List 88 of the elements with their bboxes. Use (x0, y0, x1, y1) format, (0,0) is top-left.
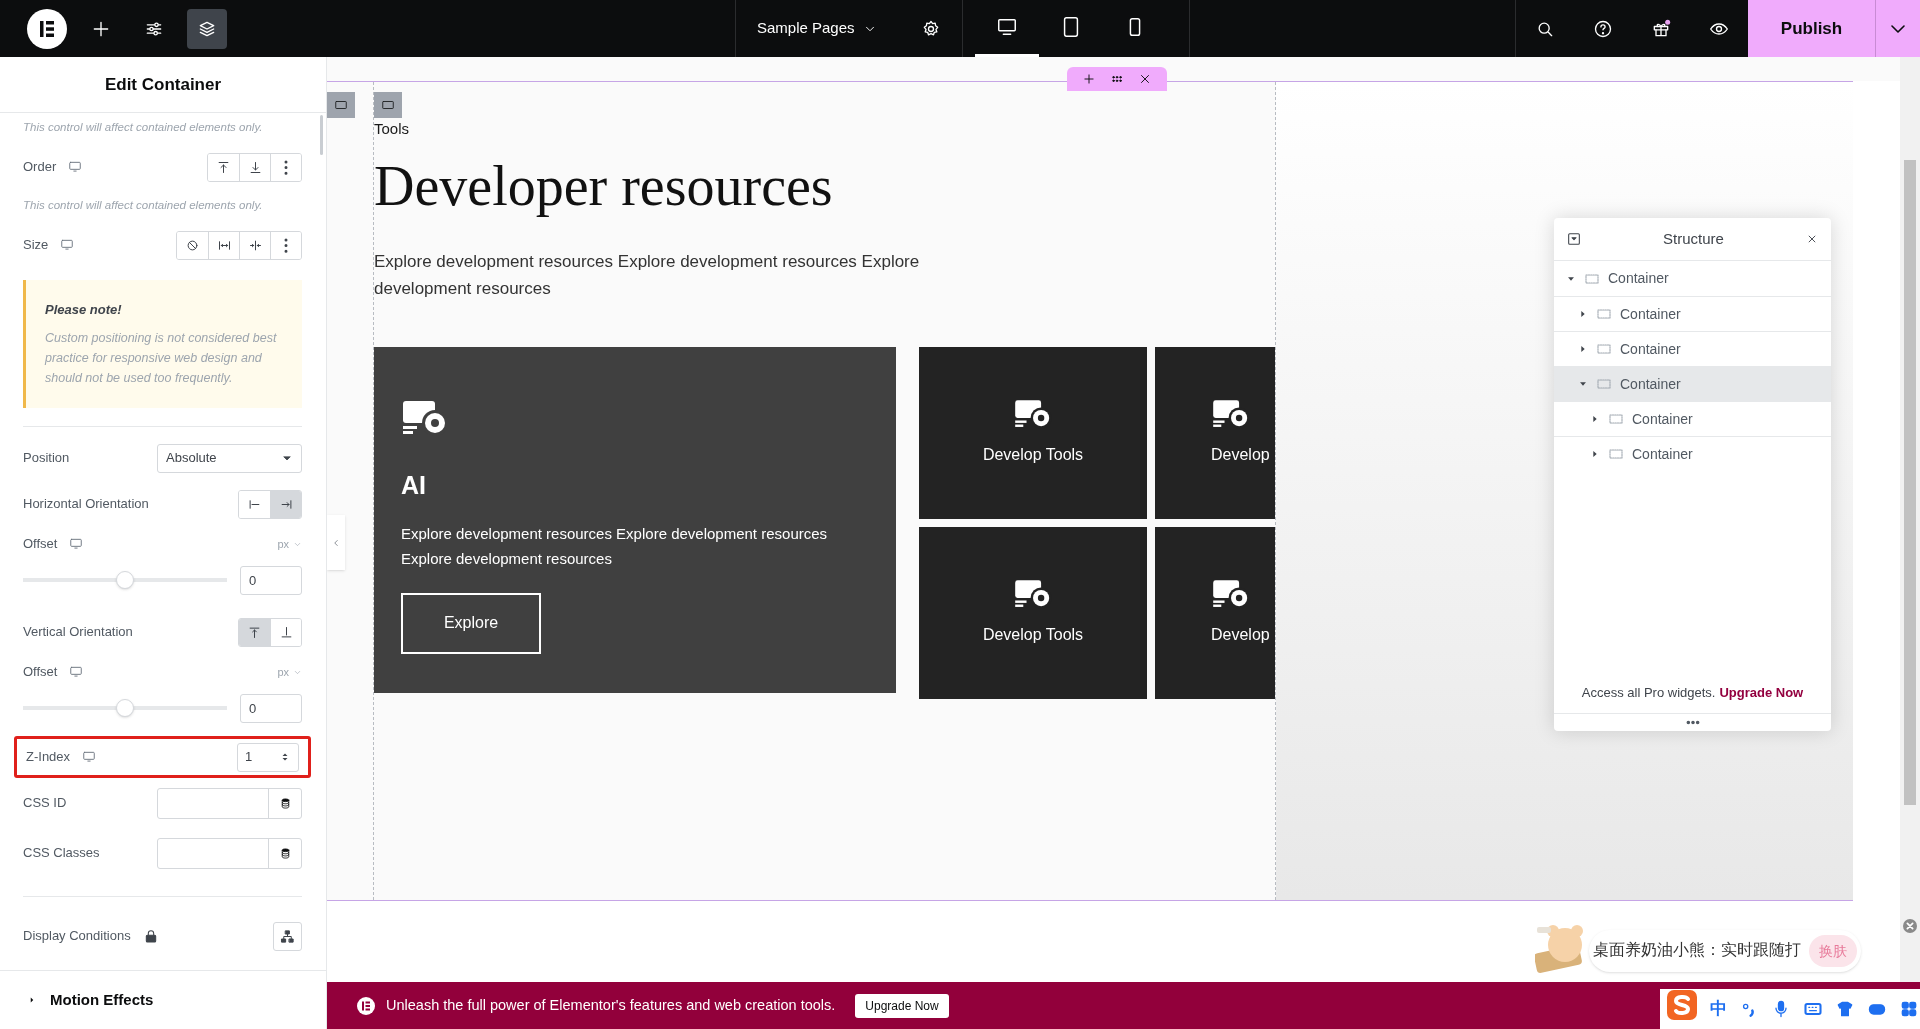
hint-text: This control will affect contained elements only. (23, 120, 264, 136)
more-icon (284, 159, 288, 175)
upgrade-button[interactable]: Upgrade Now (855, 993, 949, 1018)
chevron-left-icon (331, 537, 341, 548)
hierarchy-icon (280, 928, 295, 944)
align-top-button[interactable] (239, 618, 270, 646)
close-icon[interactable] (1138, 72, 1152, 86)
note-title: Please note! (45, 301, 123, 320)
card-label: Develop Tools (982, 445, 1084, 465)
promo-text: Access all Pro widgets. (1581, 684, 1716, 703)
input-mode-toggle[interactable]: 中 (1710, 996, 1727, 1022)
layers-button[interactable] (187, 8, 227, 49)
container-icon (334, 98, 348, 112)
control-label: CSS Classes (23, 844, 100, 863)
chevron-down-icon (1891, 24, 1905, 33)
add-icon[interactable] (1082, 72, 1096, 86)
container-icon (1608, 446, 1624, 462)
collapse-icon[interactable] (1566, 231, 1582, 247)
scrollbar[interactable] (1900, 57, 1920, 982)
settings-button[interactable] (921, 18, 941, 39)
conditions-button[interactable] (273, 921, 302, 951)
z-index-input[interactable]: 1 (237, 742, 299, 772)
grid-icon[interactable] (1899, 999, 1919, 1019)
upgrade-link[interactable]: Upgrade Now (1719, 683, 1804, 703)
note-text: Custom positioning is not considered best practice for responsive web design and should not be used too frequently. (45, 329, 278, 387)
tree-item[interactable]: Container (1554, 366, 1831, 401)
shrink-icon (247, 237, 263, 253)
container-icon (1608, 411, 1624, 427)
container-icon (1596, 306, 1612, 322)
logo-icon[interactable] (27, 8, 67, 49)
control-label: Offset (23, 535, 58, 554)
section-tag: Tools (374, 120, 1275, 138)
tree-item[interactable]: Container (1554, 436, 1831, 471)
position-dropdown[interactable]: Absolute (157, 443, 302, 473)
control-label: Order (23, 158, 57, 177)
ime-tip-text: 桌面养奶油小熊：实时跟随打 (1593, 940, 1801, 962)
intro-text: Explore development resources Explore development resources Explore development resources (374, 251, 921, 300)
gift-icon (1651, 18, 1671, 39)
scrollbar-thumb[interactable] (1904, 160, 1916, 805)
hint-text: This control will affect contained elements only. (23, 198, 264, 214)
more-icon (284, 237, 288, 253)
control-label: Position (23, 449, 70, 468)
slider-thumb[interactable] (116, 571, 134, 589)
explore-button[interactable]: Explore (401, 592, 541, 654)
panel-title: Edit Container (0, 57, 326, 113)
tree-item[interactable]: Container (1554, 331, 1831, 366)
text-input[interactable] (157, 837, 302, 869)
card-label: Develop (1211, 625, 1270, 645)
card-title: AI (401, 470, 427, 501)
card-label: Develop Tools (982, 625, 1084, 645)
offset-input[interactable]: 0 (240, 565, 302, 595)
banner-text: Unleash the full power of Elementor's features and web creation tools. (386, 995, 836, 1015)
tree-item[interactable]: Container (1554, 401, 1831, 436)
control-label: CSS ID (23, 794, 67, 813)
align-bottom-icon (247, 159, 263, 175)
control-label: Vertical Orientation (23, 623, 133, 642)
container-handle[interactable] (374, 92, 402, 118)
slider-thumb[interactable] (116, 699, 134, 717)
tree-item[interactable]: Container (1554, 296, 1831, 331)
offset-input[interactable]: 0 (240, 693, 302, 723)
text-input[interactable] (157, 787, 302, 819)
tree-item[interactable]: Container (1554, 261, 1831, 296)
section-header[interactable]: Motion Effects (0, 970, 326, 1029)
align-top-icon (247, 624, 262, 640)
card-text: Explore development resources Explore development resources Explore development resources (401, 523, 829, 569)
page-selector[interactable]: Sample Pages (757, 17, 877, 40)
control-label: Offset (23, 663, 58, 682)
shirt-icon[interactable] (1835, 999, 1855, 1019)
container-icon (1596, 376, 1612, 392)
desktop-icon (996, 16, 1018, 38)
container-icon (381, 98, 395, 112)
prohibited-icon (185, 237, 200, 253)
gear-icon (921, 18, 941, 39)
page-heading: Developer resources (374, 154, 834, 219)
panel-title: Structure (1663, 228, 1724, 249)
publish-button[interactable]: Publish (1748, 0, 1875, 57)
control-label: Size (23, 236, 49, 255)
card-label: Develop (1211, 445, 1270, 465)
help-icon (1593, 18, 1613, 39)
container-icon (1596, 341, 1612, 357)
ime-logo-icon[interactable] (1666, 989, 1698, 1021)
control-label: Display Conditions (23, 927, 131, 946)
logo-icon (356, 995, 376, 1016)
align-top-icon (216, 159, 231, 175)
control-label: Horizontal Orientation (23, 495, 149, 514)
control-label: Z-Index (26, 748, 71, 767)
more-icon[interactable] (1685, 720, 1700, 725)
container-handle[interactable] (327, 92, 355, 118)
